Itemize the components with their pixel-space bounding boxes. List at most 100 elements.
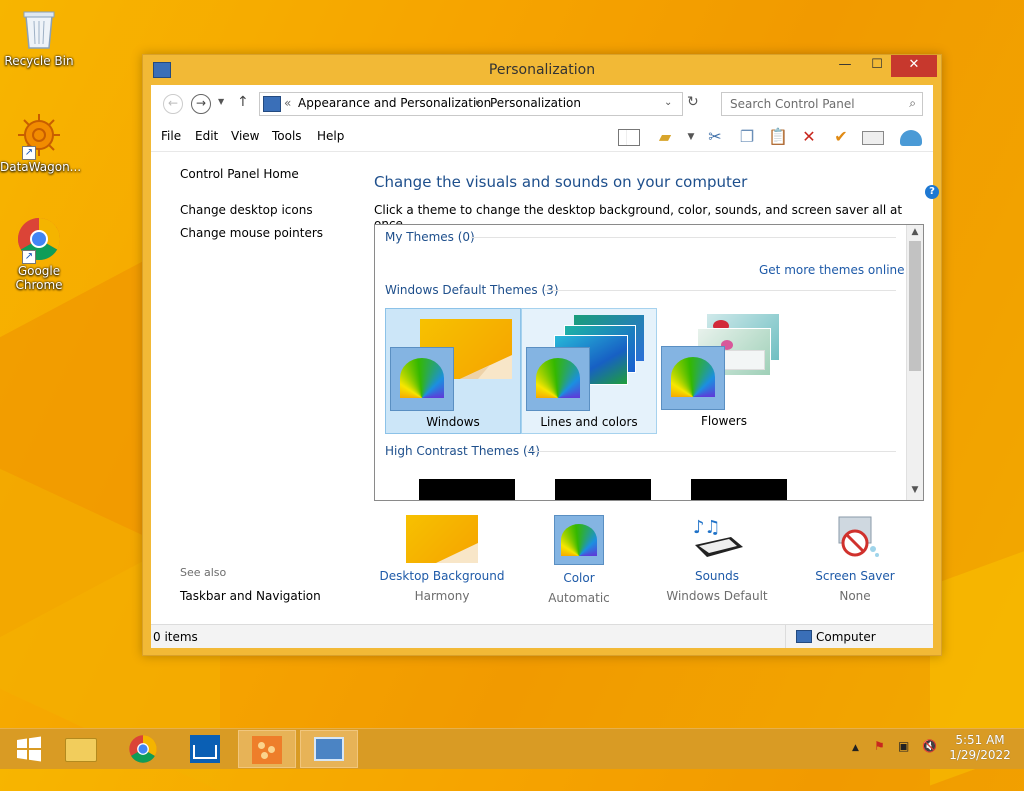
clock[interactable]: 5:51 AM 1/29/2022 (946, 733, 1014, 763)
datawagon-icon: ↗ (16, 112, 62, 160)
taskbar-file-explorer[interactable] (52, 730, 110, 768)
theme-windows[interactable]: Windows (385, 308, 521, 434)
scroll-down-icon[interactable]: ▼ (907, 485, 923, 495)
high-contrast-theme-thumbnail[interactable] (555, 479, 651, 500)
copy-button[interactable]: ❐ (735, 126, 759, 148)
my-themes-group-label[interactable]: My Themes (0) (385, 230, 475, 244)
properties-button[interactable]: ✔ (829, 126, 853, 148)
desktop-background-value: Harmony (414, 589, 470, 603)
desktop-icon-label: Google Chrome (15, 264, 63, 292)
action-center-icon[interactable]: ⚑ (874, 739, 885, 753)
address-dropdown-icon[interactable]: ⌄ (664, 97, 672, 108)
search-box[interactable]: Search Control Panel ⌕ (721, 92, 923, 116)
group-divider (545, 290, 896, 291)
color-palette-icon (554, 515, 604, 565)
address-bar[interactable]: « Appearance and Personalization ▸ Perso… (259, 92, 683, 116)
folder-icon (65, 738, 97, 762)
refresh-button[interactable]: ↻ (687, 94, 709, 114)
group-divider (527, 451, 896, 452)
theme-lines-and-colors[interactable]: Lines and colors (521, 308, 657, 434)
taskbar-navigation-link[interactable]: Taskbar and Navigation (180, 589, 321, 603)
taskbar-mail[interactable] (176, 730, 234, 768)
menu-edit[interactable]: Edit (195, 129, 218, 143)
scroll-up-icon[interactable]: ▲ (907, 227, 923, 237)
help-icon[interactable]: ? (925, 185, 939, 199)
desktop-icon-label: DataWagon... (0, 160, 82, 174)
desktop-icon-recycle-bin[interactable]: Recycle Bin (0, 6, 78, 68)
delete-button[interactable]: ✕ (797, 126, 821, 148)
control-panel-home-link[interactable]: Control Panel Home (180, 167, 299, 181)
desktop-background-setting[interactable]: Desktop Background Harmony (377, 515, 507, 603)
system-button[interactable] (861, 126, 885, 148)
item-count: 0 items (153, 630, 198, 644)
shell-button[interactable] (899, 126, 923, 148)
minimize-button[interactable]: — (829, 55, 861, 77)
taskbar-control-panel[interactable] (300, 730, 358, 768)
group-divider (471, 237, 896, 238)
color-palette-icon (390, 347, 454, 411)
get-more-themes-link[interactable]: Get more themes online (759, 263, 905, 277)
breadcrumb-appearance[interactable]: Appearance and Personalization (298, 96, 491, 110)
start-button[interactable] (0, 730, 58, 768)
layout-pane-icon (618, 129, 640, 146)
change-desktop-icons-link[interactable]: Change desktop icons (180, 203, 313, 217)
recent-locations-button[interactable]: ▼ (218, 97, 224, 106)
taskbar-chrome[interactable] (114, 730, 172, 768)
color-setting[interactable]: Color Automatic (514, 515, 644, 605)
sounds-icon: ♪♫ (681, 515, 753, 563)
breadcrumb-separator[interactable]: ▸ (476, 98, 481, 108)
shell-icon (900, 129, 922, 146)
back-button[interactable]: ← (163, 94, 183, 114)
folder-options-button[interactable]: ▰ (653, 126, 677, 148)
close-button[interactable]: ✕ (891, 55, 937, 77)
scrollbar-thumb[interactable] (909, 241, 921, 371)
desktop-icon-label: Recycle Bin (4, 54, 74, 68)
sounds-link[interactable]: Sounds (652, 569, 782, 583)
clock-date: 1/29/2022 (949, 748, 1011, 762)
high-contrast-theme-thumbnail[interactable] (691, 479, 787, 500)
title-bar[interactable]: Personalization — ☐ ✕ (143, 55, 941, 85)
taskbar: ▲ ⚑ ▣ 🔇 5:51 AM 1/29/2022 (0, 728, 1024, 769)
breadcrumb-personalization[interactable]: Personalization (490, 96, 581, 110)
navigation-bar: ← → ▼ ↑ « Appearance and Personalization… (151, 85, 933, 123)
folder-options-dropdown[interactable]: ▼ (679, 126, 703, 148)
screen-saver-setting[interactable]: Screen Saver None (790, 515, 920, 603)
taskbar-datawagon[interactable] (238, 730, 296, 768)
control-panel-icon (263, 96, 281, 112)
drive-icon (862, 130, 884, 145)
network-icon[interactable]: ▣ (898, 739, 909, 753)
desktop-background-link[interactable]: Desktop Background (377, 569, 507, 583)
layout-button[interactable] (617, 126, 641, 148)
windows-logo-icon (17, 736, 41, 762)
color-link[interactable]: Color (514, 571, 644, 585)
show-hidden-icons-button[interactable]: ▲ (852, 743, 859, 753)
up-arrow-icon: ↑ (237, 94, 249, 110)
address-overflow[interactable]: « (284, 96, 291, 110)
menu-file[interactable]: File (161, 129, 181, 143)
default-themes-group-label[interactable]: Windows Default Themes (3) (385, 283, 559, 297)
themes-scrollbar[interactable]: ▲ ▼ (906, 225, 923, 500)
change-mouse-pointers-link[interactable]: Change mouse pointers (180, 226, 323, 240)
maximize-button[interactable]: ☐ (861, 55, 893, 77)
high-contrast-theme-thumbnail[interactable] (419, 479, 515, 500)
paste-button[interactable]: 📋 (766, 126, 790, 148)
menu-view[interactable]: View (231, 129, 259, 143)
mail-icon (190, 735, 220, 763)
screen-saver-link[interactable]: Screen Saver (790, 569, 920, 583)
desktop-icon-google-chrome[interactable]: ↗ Google Chrome (0, 216, 78, 292)
theme-flowers[interactable]: Flowers (657, 308, 791, 432)
page-title: Change the visuals and sounds on your co… (374, 173, 748, 191)
forward-button[interactable]: → (191, 94, 211, 114)
see-also-label: See also (180, 566, 227, 579)
sounds-setting[interactable]: ♪♫ Sounds Windows Default (652, 515, 782, 603)
menu-help[interactable]: Help (317, 129, 344, 143)
svg-text:♪♫: ♪♫ (693, 517, 721, 538)
high-contrast-group-label[interactable]: High Contrast Themes (4) (385, 444, 540, 458)
menu-tools[interactable]: Tools (272, 129, 302, 143)
up-button[interactable]: ↑ (237, 94, 249, 110)
desktop-icon-datawagon[interactable]: ↗ DataWagon... (0, 112, 82, 174)
search-input[interactable]: Search Control Panel (730, 97, 855, 111)
volume-muted-icon[interactable]: 🔇 (922, 739, 937, 753)
cut-button[interactable]: ✂ (703, 126, 727, 148)
search-icon: ⌕ (909, 96, 916, 110)
